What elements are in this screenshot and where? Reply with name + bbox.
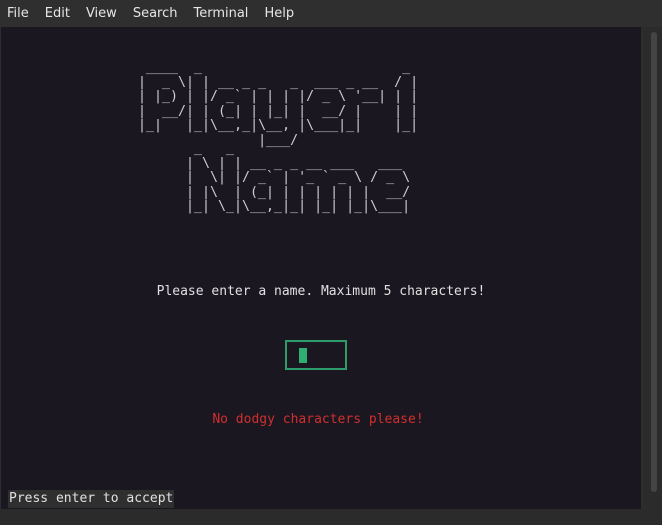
menu-bar: File Edit View Search Terminal Help — [0, 0, 662, 27]
name-input[interactable] — [296, 346, 336, 364]
menu-search[interactable]: Search — [125, 0, 186, 27]
error-message: No dodgy characters please! — [212, 412, 424, 427]
ascii-title-player: ____ _ _ | _ \| | __ _ _ _ ___ _ __ / | … — [138, 60, 419, 148]
menu-terminal[interactable]: Terminal — [185, 0, 256, 27]
terminal-window: File Edit View Search Terminal Help ____… — [0, 0, 662, 525]
menu-file[interactable]: File — [0, 0, 37, 27]
menu-view[interactable]: View — [78, 0, 125, 27]
status-bar: Press enter to accept — [8, 490, 175, 508]
terminal-screen[interactable]: ____ _ _ | _ \| | __ _ _ _ ___ _ __ / | … — [1, 27, 641, 509]
scrollbar-thumb[interactable] — [651, 32, 657, 492]
menu-help[interactable]: Help — [256, 0, 302, 27]
window-bottom-edge — [0, 509, 662, 525]
menu-edit[interactable]: Edit — [37, 0, 78, 27]
name-prompt: Please enter a name. Maximum 5 character… — [156, 284, 486, 299]
name-entry-box[interactable] — [285, 340, 347, 370]
ascii-title-name: _ _ | \ | | __ _ _ __ ___ ___ | \| |/ _`… — [186, 141, 411, 214]
scrollbar[interactable] — [643, 27, 662, 509]
